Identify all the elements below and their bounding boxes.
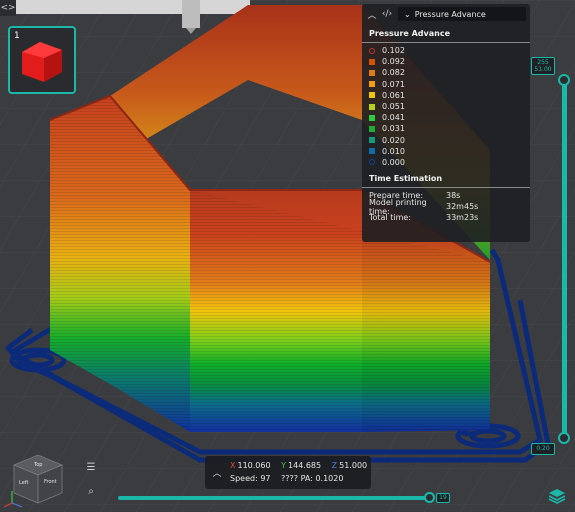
move-slider-value: 19 xyxy=(436,493,450,503)
legend-item: 0.051 xyxy=(362,101,530,112)
legend-swatch xyxy=(369,81,375,88)
legend-swatch xyxy=(369,103,375,110)
legend-value: 0.092 xyxy=(382,57,405,67)
layer-slider-bottom-label: 0.20 xyxy=(531,443,555,455)
legend-item: 0.010 xyxy=(362,146,530,157)
top-layer-height: 51.00 xyxy=(534,66,552,73)
z-axis-label: Z xyxy=(331,461,338,470)
legend-value: 0.071 xyxy=(382,79,405,89)
legend-swatch xyxy=(369,47,375,54)
axis-z-line xyxy=(11,502,23,508)
view-cube-front-label: Front xyxy=(44,479,57,485)
layer-slider-top-label: 255 51.00 xyxy=(531,57,555,75)
legend-value: 0.031 xyxy=(382,124,405,134)
view-mode-value: Pressure Advance xyxy=(414,9,486,19)
legend-value: 0.000 xyxy=(382,157,405,167)
legend-item: 0.020 xyxy=(362,135,530,146)
x-axis-label: X xyxy=(230,461,236,470)
position-info-box: ︿ X 110.060 Y 144.685 Z 51.000 Speed: 97 ??… xyxy=(205,456,371,489)
legend-title: Pressure Advance xyxy=(369,29,451,38)
time-label: Total time: xyxy=(369,213,411,223)
legend-swatch xyxy=(369,92,375,99)
legend-items: 0.102 0.092 0.082 0.071 0.061 0.051 0.041 0.031… xyxy=(362,45,530,168)
move-slider-handle[interactable] xyxy=(424,492,435,503)
plate-thumbnail[interactable]: 1 xyxy=(8,26,76,94)
time-value: 32m45s xyxy=(446,202,479,212)
legend-swatch xyxy=(369,114,375,121)
divider xyxy=(362,187,530,189)
legend-value: 0.020 xyxy=(382,135,405,145)
legend-swatch xyxy=(369,159,375,166)
time-row: Model printing time: 32m45s xyxy=(362,198,530,216)
legend-item: 0.000 xyxy=(362,157,530,168)
time-value: 33m23s xyxy=(446,213,479,223)
legend-item: 0.082 xyxy=(362,67,530,78)
legend-item: 0.041 xyxy=(362,112,530,123)
move-slider-track[interactable] xyxy=(118,496,432,500)
legend-panel: ︿ ‹/› ⌄ Pressure Advance Pressure Advanc… xyxy=(362,4,530,242)
time-row: Total time: 33m23s xyxy=(362,212,530,223)
view-cube-left-label: Left xyxy=(19,480,28,486)
chevron-down-icon: ⌄ xyxy=(404,9,411,19)
speed-text: Speed: 97 xyxy=(230,474,271,483)
collapse-legend-icon[interactable]: ︿ xyxy=(366,8,378,21)
legend-item: 0.031 xyxy=(362,123,530,134)
collapse-sidebar-button[interactable]: <> xyxy=(0,0,16,16)
layer-slider-track[interactable] xyxy=(562,78,567,440)
legend-item: 0.061 xyxy=(362,90,530,101)
divider xyxy=(362,42,530,43)
legend-swatch xyxy=(369,58,375,65)
legend-swatch xyxy=(369,125,375,132)
time-estimation-title: Time Estimation xyxy=(369,174,443,184)
layers-icon[interactable] xyxy=(547,486,567,506)
legend-header: ︿ ‹/› ⌄ Pressure Advance xyxy=(362,4,530,24)
time-estimation-rows: Prepare time: 38s Model printing time: 32m4… xyxy=(362,190,530,223)
search-icon[interactable]: ⌕ xyxy=(83,484,99,500)
legend-value: 0.041 xyxy=(382,113,405,123)
pa-text: ???? PA: 0.1020 xyxy=(281,474,344,483)
legend-value: 0.010 xyxy=(382,146,405,156)
y-axis-label: Y xyxy=(281,461,287,470)
legend-item: 0.071 xyxy=(362,79,530,90)
time-value: 38s xyxy=(446,191,461,201)
legend-swatch xyxy=(369,137,375,144)
y-value: 144.685 xyxy=(288,461,322,470)
top-layer-number: 255 xyxy=(537,59,549,66)
menu-icon[interactable]: ☰ xyxy=(83,460,99,476)
legend-value: 0.102 xyxy=(382,46,405,56)
collapse-info-icon[interactable]: ︿ xyxy=(211,466,223,479)
legend-item: 0.102 xyxy=(362,45,530,56)
plate-number: 1 xyxy=(14,31,20,41)
plate-edge xyxy=(0,0,250,14)
view-mode-select[interactable]: ⌄ Pressure Advance xyxy=(398,7,526,21)
view-cube-top-label: Top xyxy=(33,462,42,468)
view-cube[interactable]: Top Left Front xyxy=(2,447,74,511)
speed-line: Speed: 97 ???? PA: 0.1020 xyxy=(230,474,343,483)
legend-swatch xyxy=(369,148,375,155)
nozzle xyxy=(182,0,200,28)
legend-item: 0.092 xyxy=(362,56,530,67)
layer-slider-top-handle[interactable] xyxy=(558,74,570,86)
z-value: 51.000 xyxy=(339,461,368,470)
code-icon[interactable]: ‹/› xyxy=(381,9,393,19)
x-value: 110.060 xyxy=(237,461,271,470)
axis-x-line xyxy=(3,502,13,508)
legend-swatch xyxy=(369,69,375,76)
legend-value: 0.061 xyxy=(382,90,405,100)
legend-value: 0.051 xyxy=(382,102,405,112)
position-line: X 110.060 Y 144.685 Z 51.000 xyxy=(230,461,367,470)
legend-value: 0.082 xyxy=(382,68,405,78)
layer-slider-bottom-handle[interactable] xyxy=(558,432,570,444)
